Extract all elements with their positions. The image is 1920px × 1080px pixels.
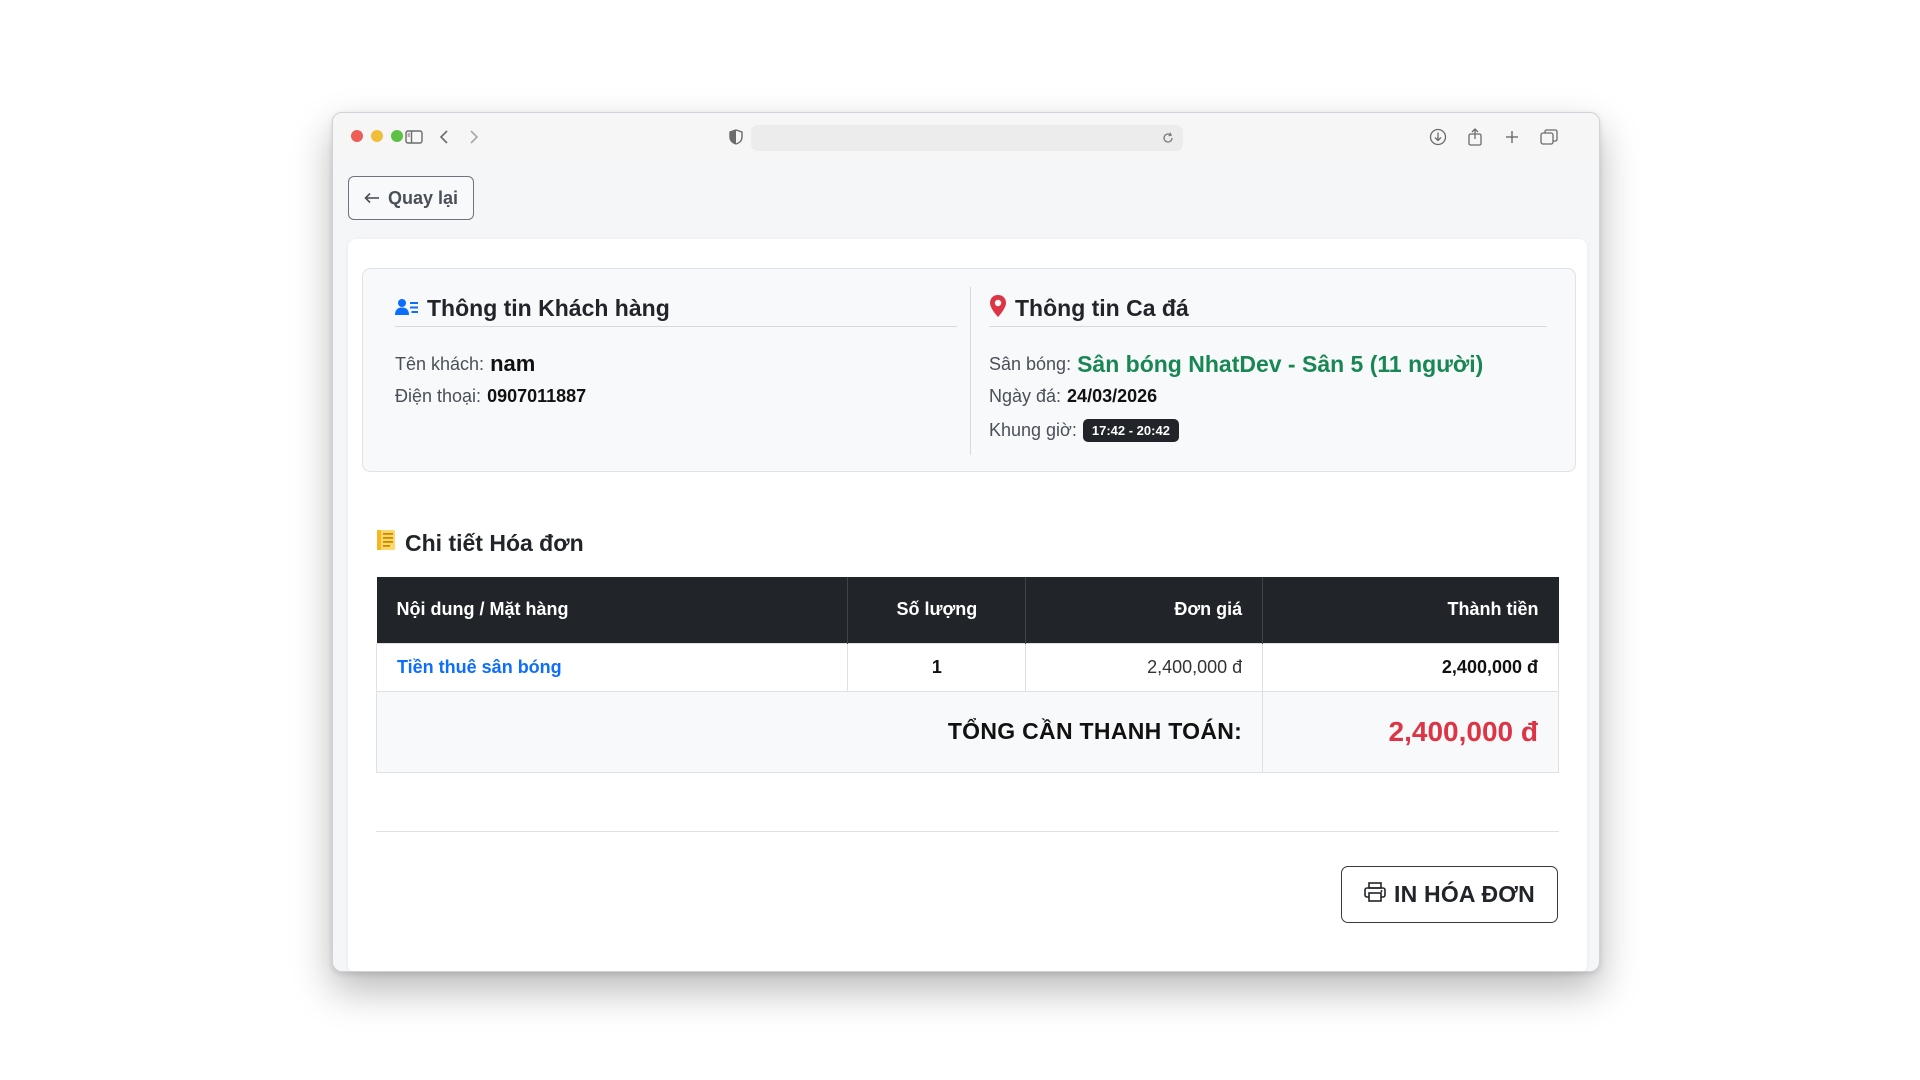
info-box: Thông tin Khách hàng Tên khách: nam Điện… xyxy=(362,268,1576,472)
back-button[interactable]: Quay lại xyxy=(348,176,474,220)
date-label: Ngày đá: xyxy=(989,386,1062,406)
customer-phone-value: 0907011887 xyxy=(487,386,587,406)
minimize-window-button[interactable] xyxy=(371,130,383,142)
close-window-button[interactable] xyxy=(351,130,363,142)
invoice-table: Nội dung / Mặt hàng Số lượng Đơn giá Thà… xyxy=(375,577,1559,773)
reload-icon[interactable] xyxy=(1159,129,1177,147)
invoice-heading-text: Chi tiết Hóa đơn xyxy=(405,529,584,556)
time-label: Khung giờ: xyxy=(989,420,1077,440)
page-content: Quay lại Thông tin Khách hàng Tên khách:… xyxy=(333,161,1599,971)
print-button-label: IN HÓA ĐƠN xyxy=(1394,881,1535,907)
item-unit-price: 2,400,000 đ xyxy=(1025,642,1264,692)
total-row: TỔNG CẦN THANH TOÁN: 2,400,000 đ xyxy=(375,690,1559,773)
col-header-unit-price: Đơn giá xyxy=(1025,577,1264,643)
item-name: Tiền thuê sân bóng xyxy=(375,642,849,692)
browser-window: Quay lại Thông tin Khách hàng Tên khách:… xyxy=(332,112,1600,972)
zoom-window-button[interactable] xyxy=(391,130,403,142)
customer-name-value: nam xyxy=(490,351,536,376)
shield-icon[interactable] xyxy=(725,126,747,148)
session-heading-text: Thông tin Ca đá xyxy=(1015,295,1189,321)
table-row: Tiền thuê sân bóng 1 2,400,000 đ 2,400,0… xyxy=(375,642,1559,692)
user-list-icon xyxy=(395,295,419,322)
session-info: Thông tin Ca đá Sân bóng: Sân bóng NhatD… xyxy=(989,269,1547,471)
customer-heading: Thông tin Khách hàng xyxy=(395,291,957,327)
chevron-right-icon[interactable] xyxy=(463,126,485,148)
chevron-left-icon[interactable] xyxy=(433,126,455,148)
back-button-label: Quay lại xyxy=(387,187,459,208)
time-row: Khung giờ: 17:42 - 20:42 xyxy=(989,419,1179,442)
customer-name-row: Tên khách: nam xyxy=(395,351,535,377)
customer-info: Thông tin Khách hàng Tên khách: nam Điện… xyxy=(395,269,957,471)
date-value: 24/03/2026 xyxy=(1067,386,1158,406)
download-icon[interactable] xyxy=(1427,126,1449,148)
address-bar[interactable] xyxy=(751,125,1183,151)
invoice-card: Thông tin Khách hàng Tên khách: nam Điện… xyxy=(348,239,1587,971)
customer-heading-text: Thông tin Khách hàng xyxy=(427,295,670,321)
col-header-line-total: Thành tiền xyxy=(1262,577,1559,643)
field-value: Sân bóng NhatDev - Sân 5 (11 người) xyxy=(1077,351,1484,377)
receipt-icon xyxy=(375,529,397,557)
table-header-row: Nội dung / Mặt hàng Số lượng Đơn giá Thà… xyxy=(376,577,1559,643)
window-controls xyxy=(351,130,403,142)
invoice-heading: Chi tiết Hóa đơn xyxy=(375,529,584,557)
map-pin-icon xyxy=(989,294,1007,323)
customer-name-label: Tên khách: xyxy=(395,353,485,374)
browser-titlebar xyxy=(333,113,1599,161)
field-label: Sân bóng: xyxy=(989,354,1072,374)
field-row: Sân bóng: Sân bóng NhatDev - Sân 5 (11 n… xyxy=(989,351,1483,378)
date-row: Ngày đá: 24/03/2026 xyxy=(989,386,1157,407)
total-label: TỔNG CẦN THANH TOÁN: xyxy=(375,690,1264,773)
session-heading: Thông tin Ca đá xyxy=(989,291,1547,327)
plus-icon[interactable] xyxy=(1501,126,1523,148)
share-icon[interactable] xyxy=(1464,126,1486,148)
col-header-item: Nội dung / Mặt hàng xyxy=(376,577,849,643)
total-value: 2,400,000 đ xyxy=(1262,690,1559,773)
divider xyxy=(376,831,1559,832)
customer-phone-row: Điện thoại: 0907011887 xyxy=(395,386,586,407)
print-invoice-button[interactable]: IN HÓA ĐƠN xyxy=(1341,866,1558,923)
tabs-icon[interactable] xyxy=(1538,126,1560,148)
customer-phone-label: Điện thoại: xyxy=(395,386,482,406)
arrow-left-icon xyxy=(364,188,380,209)
column-divider xyxy=(970,287,971,455)
printer-icon xyxy=(1364,881,1386,908)
item-line-total: 2,400,000 đ xyxy=(1262,642,1559,692)
item-qty: 1 xyxy=(847,642,1027,692)
time-badge: 17:42 - 20:42 xyxy=(1082,419,1179,442)
col-header-qty: Số lượng xyxy=(847,577,1027,643)
sidebar-icon[interactable] xyxy=(403,126,425,148)
